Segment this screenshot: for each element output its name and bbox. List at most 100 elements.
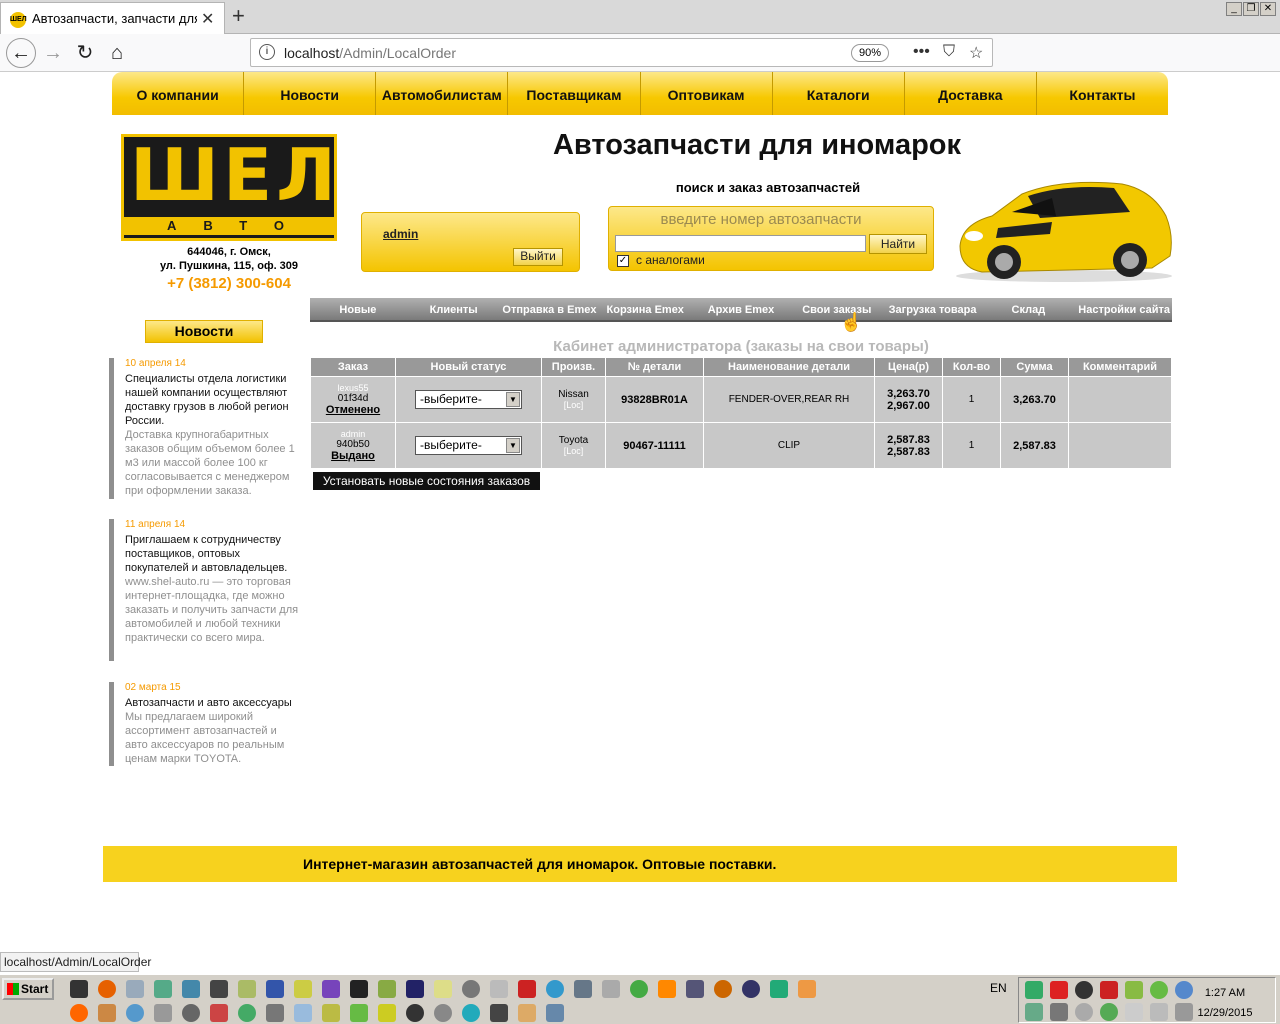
tray-icon[interactable] [1075, 981, 1093, 999]
set-status-button[interactable]: Установать новые состояния заказов [313, 472, 540, 490]
app-icon[interactable] [490, 980, 508, 998]
order-status-link[interactable]: Отменено [311, 404, 395, 416]
url-bar[interactable]: i localhost/Admin/LocalOrder 90% ••• ⛉ ☆ [250, 38, 993, 67]
new-tab-icon[interactable]: + [232, 3, 245, 29]
app-icon[interactable] [462, 980, 480, 998]
folder-icon[interactable] [518, 1004, 536, 1022]
start-button[interactable]: Start [2, 978, 54, 1000]
top-menu-item[interactable]: Автомобилистам [376, 72, 509, 115]
news-header[interactable]: Новости [145, 320, 263, 343]
headphones-icon[interactable] [714, 980, 732, 998]
admin-menu-item[interactable]: Настройки сайта [1076, 298, 1172, 320]
status-select[interactable]: -выберите- ▼ [415, 390, 522, 409]
forward-icon[interactable]: → [38, 40, 68, 66]
minimize-icon[interactable]: _ [1226, 2, 1242, 16]
app-icon[interactable] [294, 980, 312, 998]
news-title[interactable]: Автозапчасти и авто аксессуары [125, 696, 299, 710]
vlc-icon[interactable] [658, 980, 676, 998]
info-icon[interactable]: i [259, 44, 275, 60]
app-icon[interactable] [154, 1004, 172, 1022]
flag-icon[interactable] [1125, 1003, 1143, 1021]
tray-icon[interactable] [1100, 1003, 1118, 1021]
user-link[interactable]: admin [383, 227, 418, 241]
app-icon[interactable] [294, 1004, 312, 1022]
admin-menu-item[interactable]: Склад [980, 298, 1076, 320]
app-icon[interactable] [574, 980, 592, 998]
chevron-down-icon[interactable]: ▼ [506, 392, 520, 407]
tray-icon[interactable] [1150, 981, 1168, 999]
app-icon[interactable] [686, 980, 704, 998]
pocket-icon[interactable]: ⛉ [943, 43, 955, 61]
tray-icon[interactable] [1125, 981, 1143, 999]
news-title[interactable]: Приглашаем к сотрудничеству поставщиков,… [125, 533, 299, 575]
admin-menu-item[interactable]: Архив Emex [693, 298, 789, 320]
app-icon[interactable] [406, 1004, 424, 1022]
more-icon[interactable]: ••• [913, 43, 930, 61]
app-icon[interactable] [238, 1004, 256, 1022]
app-icon[interactable] [798, 980, 816, 998]
app-icon[interactable] [126, 1004, 144, 1022]
search-button[interactable]: Найти [869, 234, 927, 254]
app-icon[interactable] [378, 980, 396, 998]
top-menu-item[interactable]: Поставщикам [508, 72, 641, 115]
app-icon[interactable] [182, 1004, 200, 1022]
close-window-icon[interactable]: ✕ [1260, 2, 1276, 16]
home-icon[interactable]: ⌂ [102, 40, 132, 66]
visual-studio-icon[interactable] [322, 980, 340, 998]
tab-close-icon[interactable]: ✕ [201, 9, 214, 29]
admin-menu-item[interactable]: Свои заказы [789, 298, 885, 320]
app-icon[interactable] [462, 1004, 480, 1022]
clock[interactable]: 1:27 AM 12/29/2015 [1190, 983, 1260, 1023]
top-menu-item[interactable]: Доставка [905, 72, 1037, 115]
app-icon[interactable] [266, 1004, 284, 1022]
back-icon[interactable]: ← [6, 38, 36, 68]
status-select[interactable]: -выберите- ▼ [415, 436, 522, 455]
tray-icon[interactable] [1100, 981, 1118, 999]
top-menu-item[interactable]: Каталоги [773, 72, 905, 115]
zoom-badge[interactable]: 90% [851, 44, 889, 62]
app-icon[interactable] [210, 980, 228, 998]
top-menu-item[interactable]: О компании [112, 72, 245, 115]
app-icon[interactable] [378, 1004, 396, 1022]
chevron-down-icon[interactable]: ▼ [506, 438, 520, 453]
volume-icon[interactable] [1150, 1003, 1168, 1021]
app-icon[interactable] [434, 1004, 452, 1022]
tray-icon[interactable] [1050, 981, 1068, 999]
site-logo[interactable]: ШЕЛ АВТО [121, 133, 337, 241]
app-icon[interactable] [434, 980, 452, 998]
app-icon[interactable] [98, 1004, 116, 1022]
news-title[interactable]: Специалисты отдела логистики нашей компа… [125, 372, 299, 428]
analogs-checkbox[interactable]: ✓ [617, 255, 629, 267]
restore-icon[interactable]: ❐ [1243, 2, 1259, 16]
app-icon[interactable] [350, 1004, 368, 1022]
app-icon[interactable] [70, 1004, 88, 1022]
firefox-icon[interactable] [98, 980, 116, 998]
tray-icon[interactable] [1025, 1003, 1043, 1021]
app-icon[interactable] [154, 980, 172, 998]
order-status-link[interactable]: Выдано [311, 450, 395, 462]
top-menu-item[interactable]: Новости [244, 72, 377, 115]
lock-icon[interactable] [490, 1004, 508, 1022]
app-icon[interactable] [266, 980, 284, 998]
filezilla-icon[interactable] [518, 980, 536, 998]
search-input[interactable] [615, 235, 866, 252]
app-icon[interactable] [546, 980, 564, 998]
tray-icon[interactable] [1025, 981, 1043, 999]
top-menu-item[interactable]: Контакты [1037, 72, 1168, 115]
reload-icon[interactable]: ↻ [70, 40, 100, 66]
logout-button[interactable]: Выйти [513, 248, 563, 266]
app-icon[interactable] [602, 980, 620, 998]
notepad-icon[interactable] [126, 980, 144, 998]
admin-menu-item[interactable]: Отправка в Emex [502, 298, 598, 320]
top-menu-item[interactable]: Оптовикам [641, 72, 773, 115]
save-icon[interactable] [406, 980, 424, 998]
app-icon[interactable] [630, 980, 648, 998]
app-icon[interactable] [350, 980, 368, 998]
app-icon[interactable] [742, 980, 760, 998]
bookmark-star-icon[interactable]: ☆ [969, 43, 983, 63]
admin-menu-item[interactable]: Корзина Emex [597, 298, 693, 320]
tray-icon[interactable] [1050, 1003, 1068, 1021]
app-icon[interactable] [770, 980, 788, 998]
browser-tab[interactable]: ШЕЛ Автозапчасти, запчасти для ино ✕ [0, 2, 225, 34]
network-icon[interactable] [182, 980, 200, 998]
